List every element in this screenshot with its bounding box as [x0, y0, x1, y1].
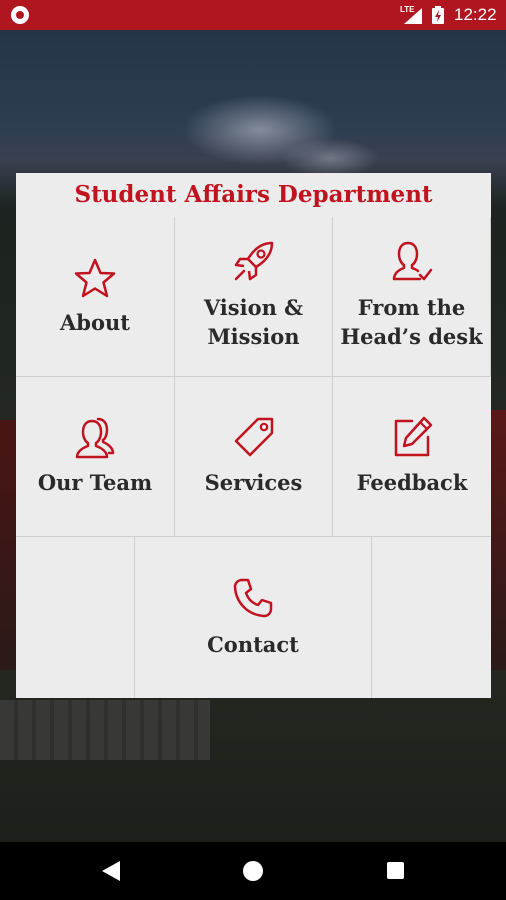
signal-icon: [404, 8, 422, 24]
tile-vision-mission[interactable]: Vision & Mission: [175, 217, 333, 377]
background-detail: [490, 410, 506, 670]
tile-empty: [16, 537, 135, 698]
tile-label: About: [60, 310, 130, 335]
tile-about[interactable]: About: [16, 217, 175, 377]
tile-contact[interactable]: Contact: [135, 537, 372, 698]
navigation-bar: [0, 842, 506, 900]
tile-empty: [372, 537, 491, 698]
home-icon[interactable]: [243, 861, 263, 881]
edit-icon: [394, 416, 433, 457]
tile-label: Head’s desk: [340, 324, 483, 349]
star-icon: [74, 258, 116, 298]
status-bar: LTE 12:22: [0, 0, 506, 30]
notification-icon: [11, 6, 29, 24]
menu-card: Student Affairs Department About Vision …: [16, 173, 491, 698]
tile-services[interactable]: Services: [175, 377, 333, 537]
background-detail: [0, 700, 210, 760]
tag-icon: [234, 417, 273, 457]
tile-label: Our Team: [37, 470, 153, 495]
tile-label: Vision &: [203, 295, 304, 320]
tile-label: Contact: [207, 632, 299, 657]
phone-icon: [233, 578, 273, 618]
tile-heads-desk[interactable]: From the Head’s desk: [333, 217, 491, 377]
background-detail: [0, 420, 16, 670]
tile-label: Feedback: [356, 470, 468, 495]
recents-icon[interactable]: [387, 862, 404, 879]
rocket-icon: [234, 241, 273, 281]
tile-our-team[interactable]: Our Team: [16, 377, 175, 537]
tile-label: From the: [357, 295, 466, 320]
user-check-icon: [392, 241, 432, 281]
tile-label: Services: [204, 470, 303, 495]
battery-icon: [432, 6, 444, 24]
users-icon: [75, 417, 115, 459]
tile-label: Mission: [207, 324, 300, 349]
clock: 12:22: [454, 5, 497, 24]
card-title: Student Affairs Department: [74, 181, 433, 208]
tile-feedback[interactable]: Feedback: [333, 377, 491, 537]
back-icon[interactable]: [102, 861, 120, 881]
